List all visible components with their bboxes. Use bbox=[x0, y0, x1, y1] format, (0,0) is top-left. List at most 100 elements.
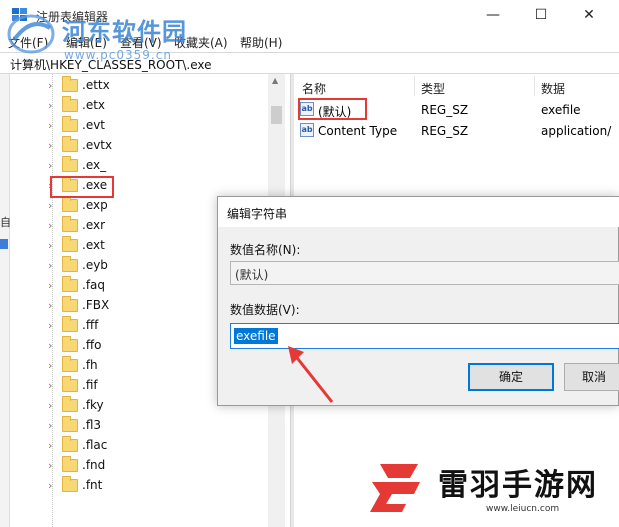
column-divider[interactable] bbox=[534, 76, 535, 96]
tree-item-exe[interactable]: › .exe bbox=[10, 176, 270, 196]
watermark-brand: 雷羽手游网 bbox=[438, 468, 598, 503]
tree-item[interactable]: › .flac bbox=[10, 436, 270, 456]
chevron-right-icon[interactable]: › bbox=[48, 379, 52, 392]
minimize-button[interactable]: — bbox=[470, 0, 516, 30]
tree-item-label: .exp bbox=[82, 198, 108, 212]
background-window-edge: 自 bbox=[0, 74, 11, 527]
scroll-thumb[interactable] bbox=[271, 106, 282, 124]
value-type: REG_SZ bbox=[421, 124, 469, 138]
tree-item-label: .faq bbox=[82, 278, 106, 292]
folder-icon bbox=[62, 276, 78, 292]
chevron-right-icon[interactable]: › bbox=[48, 439, 52, 452]
chevron-right-icon[interactable]: › bbox=[48, 279, 52, 292]
folder-icon bbox=[62, 316, 78, 332]
tree-item[interactable]: › .fnt bbox=[10, 476, 270, 496]
annotation-arrow-icon bbox=[288, 346, 334, 403]
tree-item-label: .fnd bbox=[82, 458, 106, 472]
chevron-right-icon[interactable]: › bbox=[48, 359, 52, 372]
folder-icon bbox=[62, 416, 78, 432]
chevron-right-icon[interactable]: › bbox=[48, 399, 52, 412]
folder-icon bbox=[62, 116, 78, 132]
value-data-selected-text: exefile bbox=[234, 328, 278, 344]
tree-item-label: .eyb bbox=[82, 258, 108, 272]
highlight-exe-key bbox=[50, 176, 114, 198]
ok-button[interactable]: 确定 bbox=[468, 363, 554, 391]
folder-icon bbox=[62, 356, 78, 372]
tree-item-label: .ettx bbox=[82, 78, 110, 92]
scroll-up-icon[interactable]: ▲ bbox=[272, 76, 278, 85]
tree-item-label: .etx bbox=[82, 98, 106, 112]
folder-icon bbox=[62, 216, 78, 232]
chevron-right-icon[interactable]: › bbox=[48, 259, 52, 272]
folder-icon bbox=[62, 196, 78, 212]
folder-icon bbox=[62, 476, 78, 492]
folder-icon bbox=[62, 336, 78, 352]
string-value-icon: ab bbox=[300, 123, 314, 137]
folder-icon bbox=[62, 236, 78, 252]
tree-item[interactable]: › .fnd bbox=[10, 456, 270, 476]
tree-item-label: .evt bbox=[82, 118, 106, 132]
chevron-right-icon[interactable]: › bbox=[48, 119, 52, 132]
chevron-right-icon[interactable]: › bbox=[48, 239, 52, 252]
chevron-right-icon[interactable]: › bbox=[48, 319, 52, 332]
menu-help[interactable]: 帮助(H) bbox=[240, 34, 282, 51]
value-data: exefile bbox=[541, 103, 581, 117]
value-name-field: (默认) bbox=[230, 261, 619, 285]
value-name-text: (默认) bbox=[235, 268, 269, 282]
chevron-right-icon[interactable]: › bbox=[48, 199, 52, 212]
chevron-right-icon[interactable]: › bbox=[48, 219, 52, 232]
value-data-label: 数值数据(V): bbox=[230, 303, 300, 317]
watermark-logo-icon bbox=[370, 464, 420, 512]
edit-string-dialog: 编辑字符串 数值名称(N): (默认) 数值数据(V): exefile 确定 … bbox=[217, 196, 619, 406]
folder-icon bbox=[62, 136, 78, 152]
folder-icon bbox=[62, 376, 78, 392]
value-type: REG_SZ bbox=[421, 103, 469, 117]
value-row-content-type[interactable]: ab Content Type REG_SZ application/ bbox=[294, 121, 619, 141]
folder-icon bbox=[62, 256, 78, 272]
folder-icon bbox=[62, 296, 78, 312]
background-window-icon bbox=[0, 239, 8, 249]
chevron-right-icon[interactable]: › bbox=[48, 339, 52, 352]
chevron-right-icon[interactable]: › bbox=[48, 419, 52, 432]
value-name-label: 数值名称(N): bbox=[230, 243, 301, 257]
watermark-logo-icon bbox=[7, 14, 55, 54]
tree-item-label: .fh bbox=[82, 358, 98, 372]
maximize-button[interactable]: ☐ bbox=[518, 0, 564, 30]
tree-item[interactable]: › .etx bbox=[10, 96, 270, 116]
chevron-right-icon[interactable]: › bbox=[48, 99, 52, 112]
chevron-right-icon[interactable]: › bbox=[48, 299, 52, 312]
tree-item-label: .evtx bbox=[82, 138, 113, 152]
tree-item-label: .fnt bbox=[82, 478, 103, 492]
tree-item-label: .ffo bbox=[82, 338, 102, 352]
chevron-right-icon[interactable]: › bbox=[48, 159, 52, 172]
tree-item-label: .flac bbox=[82, 438, 108, 452]
column-header-name[interactable]: 名称 bbox=[302, 80, 326, 97]
tree-item-label: .ex_ bbox=[82, 158, 107, 172]
tree-item-label: .ext bbox=[82, 238, 105, 252]
cancel-button[interactable]: 取消 bbox=[564, 363, 619, 391]
value-data: application/ bbox=[541, 124, 612, 138]
column-divider[interactable] bbox=[414, 76, 415, 96]
folder-icon bbox=[62, 96, 78, 112]
dialog-title-bar: 编辑字符串 bbox=[218, 197, 619, 227]
chevron-right-icon[interactable]: › bbox=[48, 79, 52, 92]
tree-item-label: .fff bbox=[82, 318, 99, 332]
folder-icon bbox=[62, 456, 78, 472]
chevron-right-icon[interactable]: › bbox=[48, 139, 52, 152]
tree-item-label: .exr bbox=[82, 218, 106, 232]
close-button[interactable]: ✕ bbox=[566, 0, 612, 30]
tree-item[interactable]: › .ettx bbox=[10, 76, 270, 96]
tree-item[interactable]: › .fl3 bbox=[10, 416, 270, 436]
watermark-bottom: 雷羽手游网 www.leiucn.com bbox=[366, 456, 616, 522]
column-header-type[interactable]: 类型 bbox=[421, 80, 445, 97]
tree-item[interactable]: › .ex_ bbox=[10, 156, 270, 176]
chevron-right-icon[interactable]: › bbox=[48, 479, 52, 492]
folder-icon bbox=[62, 436, 78, 452]
chevron-right-icon[interactable]: › bbox=[48, 459, 52, 472]
tree-item[interactable]: › .evtx bbox=[10, 136, 270, 156]
watermark-brand: 河东软件园 bbox=[62, 18, 187, 46]
tree-item[interactable]: › .evt bbox=[10, 116, 270, 136]
column-header-data[interactable]: 数据 bbox=[541, 80, 565, 97]
folder-icon bbox=[62, 156, 78, 172]
folder-icon bbox=[62, 76, 78, 92]
